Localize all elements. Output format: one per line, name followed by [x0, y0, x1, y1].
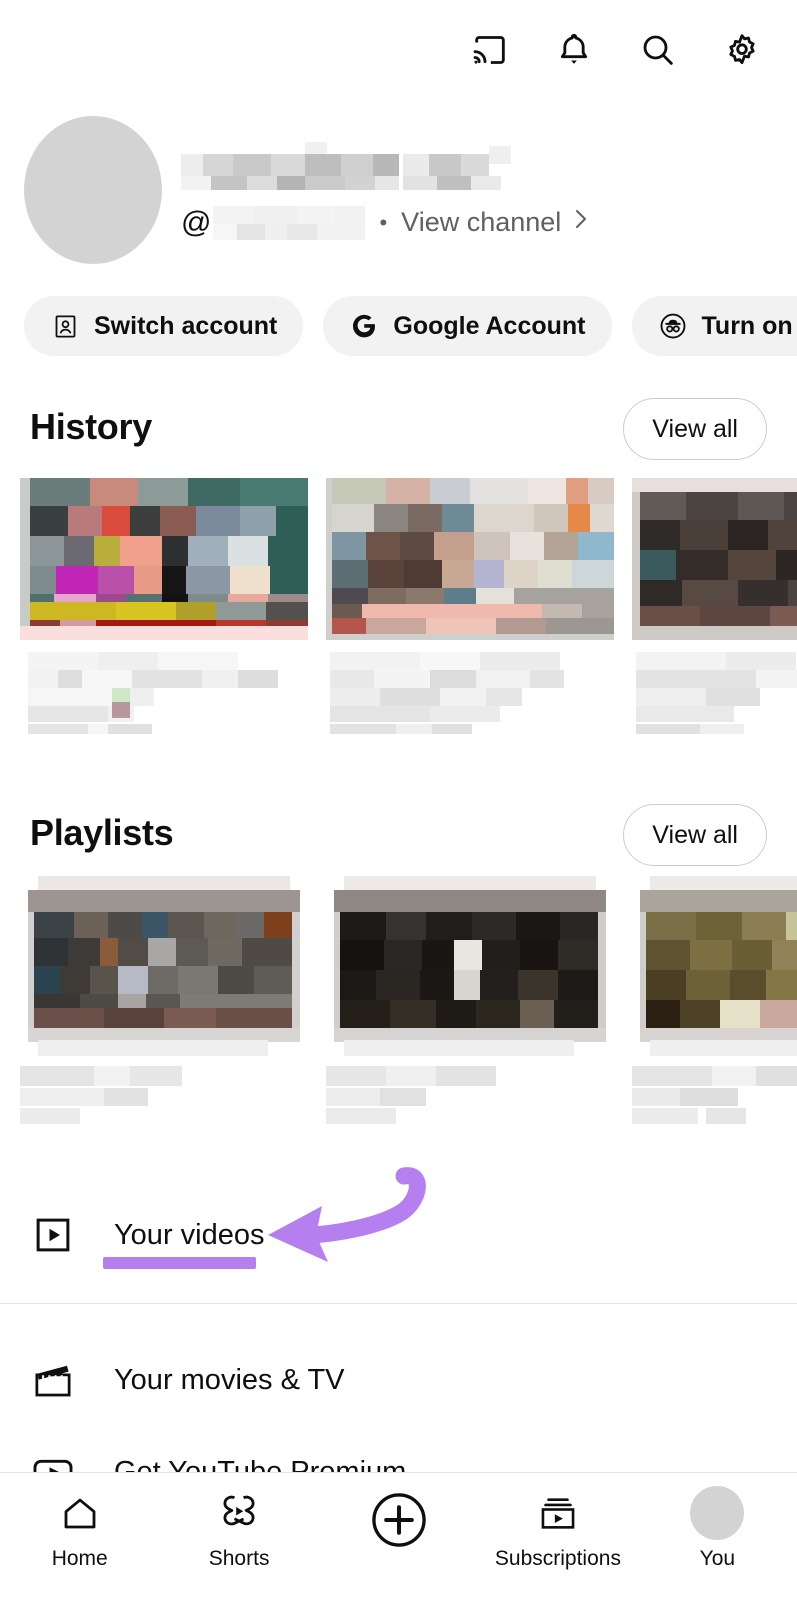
incognito-icon [658, 311, 688, 341]
cast-icon[interactable] [467, 27, 513, 73]
create-plus-icon[interactable] [367, 1487, 431, 1553]
redacted-handle [213, 205, 366, 240]
section-title: History [30, 406, 152, 447]
playlist-item[interactable] [632, 876, 797, 1126]
playlist-item[interactable] [20, 876, 308, 1126]
title-redacted [326, 1066, 614, 1126]
chip-label: Google Account [393, 311, 586, 340]
bottom-navigation-bar[interactable]: Home Shorts Subscriptions You [0, 1472, 797, 1600]
playlists-view-all-button[interactable]: View all [623, 804, 767, 866]
gear-icon[interactable] [719, 27, 765, 73]
view-all-label: View all [652, 414, 738, 443]
thumbnail-redacted[interactable] [326, 876, 614, 1056]
playlists-section-header: Playlists View all [30, 804, 767, 868]
chip-label: Switch account [94, 311, 278, 340]
thumbnail-redacted[interactable] [632, 876, 797, 1056]
menu-row-your-movies-tv[interactable]: Your movies & TV [0, 1330, 797, 1430]
playlist-item[interactable] [326, 876, 614, 1126]
history-item[interactable] [20, 478, 308, 734]
nav-item-create[interactable] [319, 1487, 478, 1561]
menu-row-your-videos[interactable]: Your videos [0, 1185, 797, 1285]
title-redacted [20, 650, 308, 734]
redacted-name [181, 142, 511, 190]
title-redacted [632, 650, 797, 734]
menu-row-label: Your videos [114, 1218, 265, 1251]
shorts-icon [218, 1487, 260, 1539]
account-chip-row[interactable]: Switch account Google Account Turn on In… [24, 296, 797, 356]
profile-header[interactable]: @ • View channel [24, 116, 784, 266]
title-redacted [20, 1066, 308, 1126]
title-redacted [632, 1066, 797, 1126]
nav-item-label: You [699, 1547, 736, 1570]
thumbnail-redacted[interactable] [20, 876, 308, 1056]
divider [0, 1303, 797, 1304]
history-view-all-button[interactable]: View all [623, 398, 767, 460]
history-item[interactable] [632, 478, 797, 734]
view-all-label: View all [652, 820, 738, 849]
switch-account-icon [50, 311, 80, 341]
top-app-bar [0, 0, 797, 100]
profile-display-name [181, 142, 511, 190]
nav-item-label: Home [51, 1547, 108, 1570]
separator-dot: • [379, 209, 388, 235]
history-section-header: History View all [30, 398, 767, 462]
view-channel-link[interactable]: View channel [401, 207, 561, 238]
bell-icon[interactable] [551, 27, 597, 73]
search-icon[interactable] [635, 27, 681, 73]
avatar-icon [690, 1486, 745, 1540]
playlists-shelf[interactable] [0, 876, 797, 1126]
home-icon [59, 1487, 101, 1539]
nav-item-home[interactable]: Home [0, 1487, 159, 1571]
profile-handle-row[interactable]: @ • View channel [181, 204, 591, 241]
history-shelf[interactable] [0, 478, 797, 734]
section-title: Playlists [30, 812, 174, 853]
chip-switch-account[interactable]: Switch account [24, 296, 304, 356]
chip-google-account[interactable]: Google Account [323, 296, 612, 356]
clapperboard-icon [30, 1357, 76, 1403]
thumbnail-redacted[interactable] [326, 478, 614, 640]
nav-item-you[interactable]: You [638, 1486, 797, 1571]
avatar[interactable] [24, 116, 162, 264]
nav-item-subscriptions[interactable]: Subscriptions [478, 1487, 637, 1571]
menu-row-label: Your movies & TV [114, 1363, 345, 1396]
title-redacted [326, 650, 614, 734]
chevron-right-icon [571, 204, 591, 241]
subscriptions-icon [537, 1487, 579, 1539]
thumbnail-redacted[interactable] [20, 478, 308, 640]
chip-label: Turn on Incognito [701, 311, 797, 340]
nav-item-label: Shorts [208, 1547, 270, 1570]
thumbnail-redacted[interactable] [632, 478, 797, 640]
nav-item-label: Subscriptions [494, 1547, 621, 1570]
chip-turn-on-incognito[interactable]: Turn on Incognito [631, 296, 797, 356]
handle-prefix: @ [181, 205, 212, 239]
nav-item-shorts[interactable]: Shorts [159, 1487, 318, 1571]
play-square-icon [30, 1212, 76, 1258]
history-item[interactable] [326, 478, 614, 734]
google-g-icon [349, 311, 379, 341]
